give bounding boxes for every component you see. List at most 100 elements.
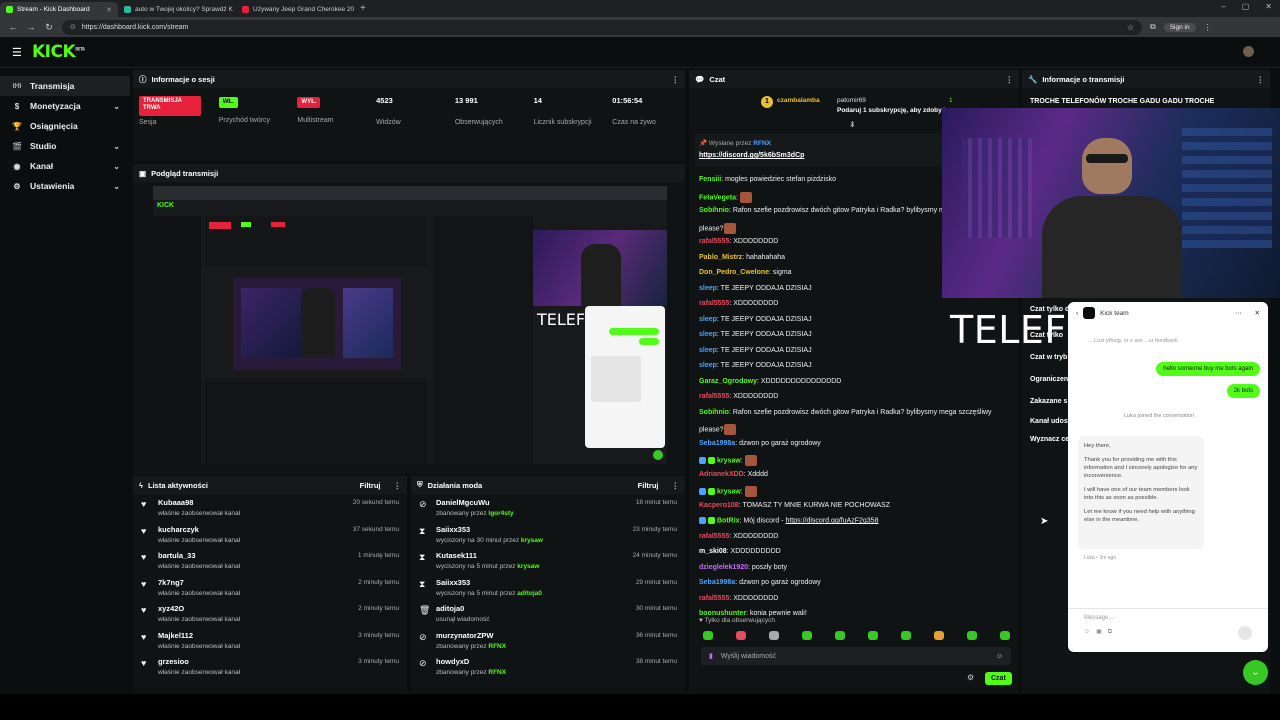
gift-sub-goal[interactable]: Podaruj 1 subskrypcję, aby zdobyć (837, 107, 945, 114)
sidebar-item-studio[interactable]: 🎬 Studio ⌄ (0, 136, 130, 156)
browser-tab[interactable]: Stream - Kick Dashboard ✕ (0, 2, 118, 17)
new-tab-button[interactable]: + (354, 3, 372, 14)
modlog-moderator[interactable]: RFNX (488, 669, 506, 676)
chat-username[interactable]: Sobihnio (699, 409, 729, 416)
sidebar-item-transmisja[interactable]: ((•)) Transmisja (0, 76, 130, 96)
chat-username[interactable]: sleep (699, 316, 717, 323)
browser-tab[interactable]: Używany Jeep Grand Cherokee 20✕ (236, 2, 354, 17)
bookmark-star-icon[interactable]: ☆ (1127, 23, 1134, 32)
chat-username[interactable]: boonushunter (699, 610, 746, 617)
activity-row[interactable]: ♥ kucharczyk właśnie zaobserwował kanał 37 … (133, 521, 407, 548)
chevron-down-icon[interactable]: ⌄ (113, 182, 120, 191)
chat-username[interactable]: m_ski08 (699, 548, 727, 555)
emote-icon[interactable] (802, 631, 812, 640)
browser-menu-icon[interactable]: ⋮ (1204, 23, 1212, 32)
chat-username[interactable]: Seba1998a (699, 579, 735, 586)
site-info-icon[interactable]: ⊙ (70, 23, 76, 31)
chat-username[interactable]: rafal5555 (699, 393, 729, 400)
chat-menu-icon[interactable]: ⋮ (1006, 75, 1014, 84)
stream-setting-row[interactable]: Kanał udost (1030, 418, 1070, 425)
modlog-moderator[interactable]: krysaw (517, 563, 539, 570)
chat-username[interactable]: rafal5555 (699, 238, 729, 245)
chat-username[interactable]: Don_Pedro_Cwelone (699, 269, 769, 276)
modlog-row[interactable]: ⧗ Saiixx353 wyciszony na 30 minut przez kr… (411, 521, 685, 548)
stream-preview[interactable]: KICK TELEFO (153, 186, 667, 464)
emote-icon[interactable] (703, 631, 713, 640)
close-window-icon[interactable]: ✕ (1265, 2, 1272, 11)
chat-username[interactable]: sleep (699, 331, 717, 338)
reload-icon[interactable]: ↻ (44, 22, 54, 33)
support-send-icon[interactable] (1238, 626, 1252, 640)
activity-row[interactable]: ♥ Kubaaa98 właśnie zaobserwował kanał 20 se… (133, 494, 407, 521)
chat-username[interactable]: krysaw (717, 457, 741, 464)
chat-input[interactable]: ▮ Wyślij wiadomość ☺ (701, 647, 1011, 665)
mic-icon[interactable]: ▮ (709, 652, 713, 660)
chevron-down-icon[interactable]: ⌄ (113, 142, 120, 151)
activity-row[interactable]: ♥ xyz42O właśnie zaobserwował kanał 2 minut… (133, 600, 407, 627)
stream-setting-row[interactable]: Czat w tryb (1030, 354, 1067, 361)
modlog-row[interactable]: 🗑 aditoja0 usunął wiadomość 30 minut temu (411, 600, 685, 627)
activity-row[interactable]: ♥ bartula_33 właśnie zaobserwował kanał 1 m… (133, 547, 407, 574)
chat-username[interactable]: Fensiii (699, 176, 721, 183)
chevron-down-icon[interactable]: ⌄ (113, 162, 120, 171)
modlog-row[interactable]: ⊘ murzynatorZPW zbanowany przez RFNX 36 min… (411, 627, 685, 654)
back-icon[interactable]: ← (8, 22, 18, 32)
sidebar-item-osiągnięcia[interactable]: 🏆 Osiągnięcia (0, 116, 130, 136)
chat-link[interactable]: https://discord.gg/fuAzF2g358 (785, 517, 878, 524)
emote-icon[interactable] (736, 631, 746, 640)
tab-close-icon[interactable]: ✕ (106, 6, 112, 14)
chat-username[interactable]: rafal5555 (699, 533, 729, 540)
extensions-icon[interactable]: ⧉ (1150, 22, 1156, 32)
emote-icon[interactable] (1000, 631, 1010, 640)
sidebar-item-kanał[interactable]: ◉ Kanał ⌄ (0, 156, 130, 176)
emote-icon[interactable] (835, 631, 845, 640)
modlog-row[interactable]: ⊘ DanielMgcuWu zbanowany przez lgor4sty 18 … (411, 494, 685, 521)
stream-setting-row[interactable]: Ograniczen (1030, 376, 1068, 383)
browser-tab[interactable]: auto w Twojej okolicy? Sprawdź K✕ (118, 2, 236, 17)
pinned-message[interactable]: 📌 Wysłane przez RFNX https://discord.gg/… (695, 134, 945, 166)
chevron-down-icon[interactable]: ⌄ (113, 102, 120, 111)
chat-send-button[interactable]: Czat (985, 672, 1012, 685)
chat-username[interactable]: sleep (699, 347, 717, 354)
emote-icon[interactable] (967, 631, 977, 640)
chat-fab-button[interactable]: ⌄ (1243, 660, 1268, 685)
sidebar-item-monetyzacja[interactable]: $ Monetyzacja ⌄ (0, 96, 130, 116)
chat-username[interactable]: FetaVegeta (699, 194, 736, 201)
chat-username[interactable]: sleep (699, 285, 717, 292)
minimize-icon[interactable]: – (1221, 2, 1225, 11)
chat-username[interactable]: Sobihnio (699, 207, 729, 214)
emote-icon[interactable] (769, 631, 779, 640)
stream-info-menu-icon[interactable]: ⋮ (1257, 75, 1265, 84)
sign-in-button[interactable]: Sign in (1163, 22, 1196, 32)
chat-username[interactable]: rafal5555 (699, 595, 729, 602)
modlog-moderator[interactable]: aditoja0 (517, 590, 542, 597)
chat-username[interactable]: AdrianekXDD (699, 471, 744, 478)
support-more-icon[interactable]: ⋯ (1235, 309, 1242, 317)
back-arrow-icon[interactable]: ‹ (1076, 310, 1078, 317)
chat-collapse-icon[interactable]: ⇟ (849, 120, 856, 129)
chat-username[interactable]: krysaw (717, 488, 741, 495)
modlog-row[interactable]: ⧗ Saiixx353 wyciszony na 5 minut przez adi… (411, 574, 685, 601)
modlog-menu-icon[interactable]: ⋮ (672, 481, 680, 490)
address-bar[interactable]: ⊙ https://dashboard.kick.com/stream ☆ (62, 19, 1142, 35)
modlog-row[interactable]: ⊘ howdyxD zbanowany przez RFNX 38 minut tem… (411, 653, 685, 680)
modlog-row[interactable]: ⧗ Kutasek111 wyciszony na 5 minut przez kr… (411, 547, 685, 574)
gift-user-name[interactable]: patomir69 (837, 97, 866, 104)
emote-icon[interactable] (934, 631, 944, 640)
chat-username[interactable]: dzieglelek1920 (699, 564, 748, 571)
user-avatar[interactable] (1243, 46, 1254, 57)
modlog-moderator[interactable]: krysaw (521, 537, 543, 544)
session-menu-icon[interactable]: ⋮ (672, 75, 680, 84)
emote-icon[interactable] (868, 631, 878, 640)
stream-setting-row[interactable]: Wyznacz ce (1030, 436, 1069, 443)
support-attach-icons[interactable]: ☺▣⧉ (1084, 628, 1118, 636)
kick-logo[interactable]: KICKBETA (32, 42, 85, 62)
emote-picker-icon[interactable]: ☺ (996, 653, 1003, 660)
activity-filter-button[interactable]: Filtruj (360, 481, 381, 490)
pinned-link[interactable]: https://discord.gg/5k6bSm3dCp (699, 152, 804, 159)
chat-username[interactable]: Seba1998a (699, 440, 735, 447)
activity-menu-icon[interactable]: ⋮ (394, 481, 402, 490)
chat-username[interactable]: Kacpero108 (699, 502, 739, 509)
modlog-moderator[interactable]: lgor4sty (488, 510, 513, 517)
support-close-icon[interactable]: ✕ (1255, 309, 1260, 317)
